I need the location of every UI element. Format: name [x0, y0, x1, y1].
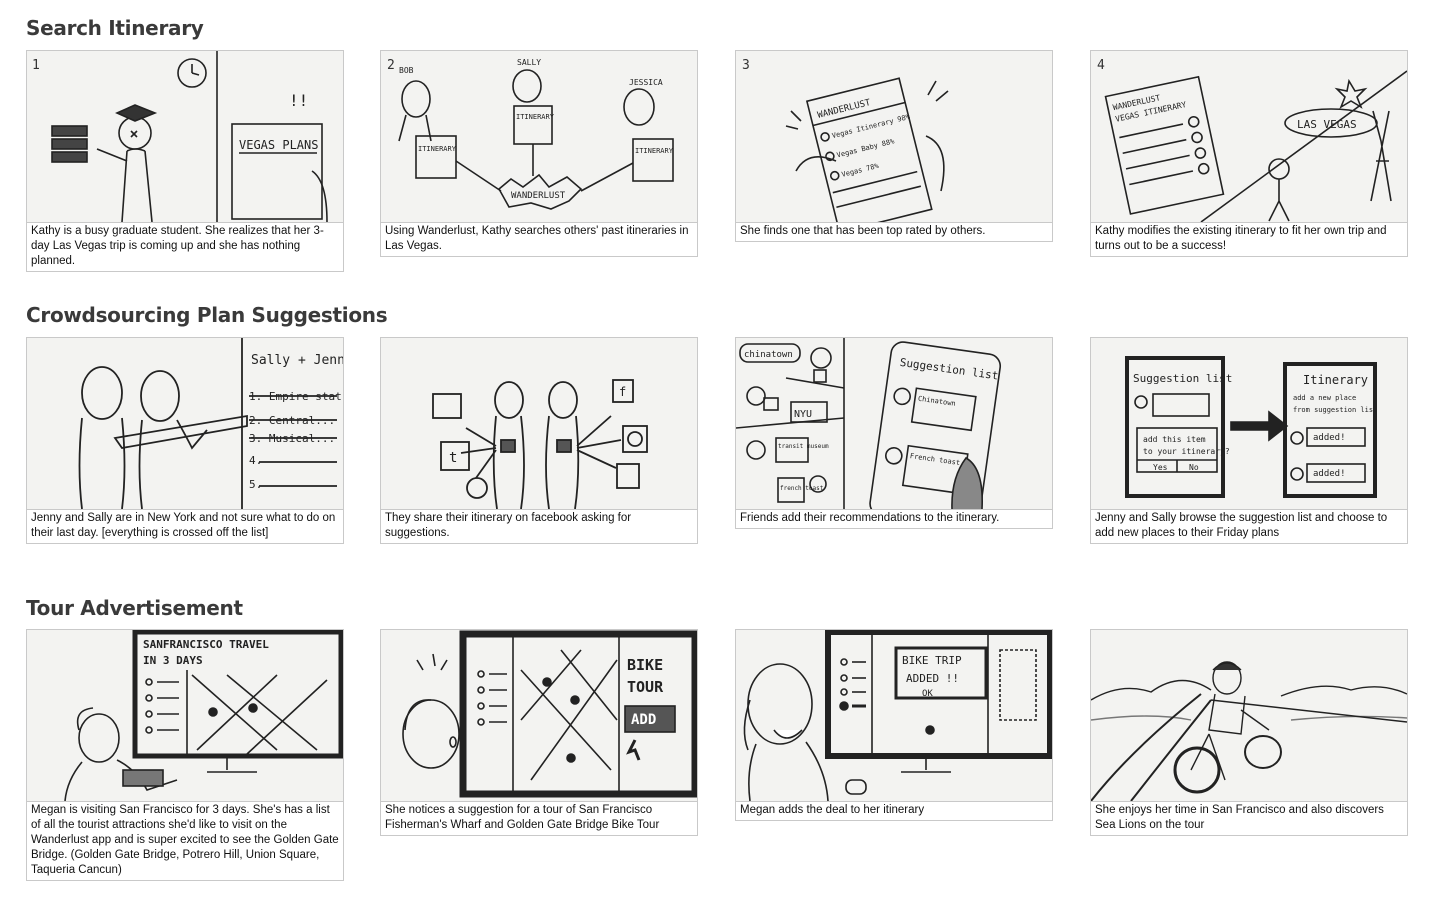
svg-text:SANFRANCISCO TRAVEL: SANFRANCISCO TRAVEL	[143, 638, 269, 651]
storyboard-panel: 2 BOB SALLY JESSICA ITINERARY ITINERARY …	[380, 50, 698, 257]
svg-text:BIKE TRIP: BIKE TRIP	[902, 654, 962, 667]
section-title-crowdsourcing: Crowdsourcing Plan Suggestions	[26, 303, 388, 327]
svg-text:to your itinerary?: to your itinerary?	[1143, 447, 1230, 456]
svg-text:from suggestion list: from suggestion list	[1293, 406, 1377, 414]
svg-text:Vegas 78%: Vegas 78%	[841, 162, 881, 179]
svg-text:NYU: NYU	[794, 409, 812, 420]
svg-text:WANDERLUST: WANDERLUST	[511, 191, 566, 201]
svg-text:!!: !!	[289, 91, 308, 110]
svg-text:add this item: add this item	[1143, 435, 1206, 444]
storyboard-panel: Sally + Jenny 1. Empire stat. 2. Central…	[26, 337, 344, 544]
svg-text:Vegas Itinerary 98%: Vegas Itinerary 98%	[831, 113, 911, 140]
sketch-illustration	[1090, 629, 1408, 802]
sketch-illustration: Suggestion list add this item to your it…	[1090, 337, 1408, 510]
svg-text:f: f	[619, 385, 626, 399]
sketch-illustration: 1 VEGAS PLANS !!	[26, 50, 344, 223]
svg-text:added!: added!	[1313, 469, 1346, 479]
svg-text:ADD: ADD	[631, 712, 656, 728]
svg-text:t: t	[449, 450, 457, 466]
svg-text:Suggestion list: Suggestion list	[1133, 372, 1232, 385]
sketch-illustration: t f	[380, 337, 698, 510]
storyboard-panel: BIKE TOUR ADD She notices a suggestion f…	[380, 629, 698, 836]
panel-caption: She notices a suggestion for a tour of S…	[380, 802, 698, 836]
storyboard-panel: t f They share their itinerary on facebo…	[380, 337, 698, 544]
panel-caption: She enjoys her time in San Francisco and…	[1090, 802, 1408, 836]
svg-text:Sally + Jenny: Sally + Jenny	[251, 353, 343, 368]
storyboard-panel: 3 WANDERLUST Vegas Itinerary 98% Vegas B…	[735, 50, 1053, 242]
panel-caption: Using Wanderlust, Kathy searches others'…	[380, 223, 698, 257]
svg-text:Itinerary: Itinerary	[1303, 373, 1368, 387]
panel-caption: Jenny and Sally browse the suggestion li…	[1090, 510, 1408, 544]
storyboard-panel: Suggestion list add this item to your it…	[1090, 337, 1408, 544]
section-title-tour-advertisement: Tour Advertisement	[26, 596, 243, 620]
svg-text:French toast: French toast	[909, 452, 960, 467]
svg-text:LAS VEGAS: LAS VEGAS	[1297, 118, 1357, 131]
sketch-illustration: 4 WANDERLUST VEGAS ITINERARY LAS VEGAS	[1090, 50, 1408, 223]
sketch-illustration: BIKE TOUR ADD	[380, 629, 698, 802]
svg-text:french toast: french toast	[780, 485, 824, 492]
panel-caption: She finds one that has been top rated by…	[735, 223, 1053, 242]
svg-text:JESSICA: JESSICA	[629, 78, 663, 87]
storyboard-panel: chinatown NYU transit museum french toas…	[735, 337, 1053, 529]
svg-text:BOB: BOB	[399, 66, 414, 75]
svg-text:ITINERARY: ITINERARY	[516, 113, 555, 121]
storyboard-panel: She enjoys her time in San Francisco and…	[1090, 629, 1408, 836]
svg-text:add a new place: add a new place	[1293, 394, 1356, 402]
panel-caption: Friends add their recommendations to the…	[735, 510, 1053, 529]
panel-caption: Megan adds the deal to her itinerary	[735, 802, 1053, 821]
svg-text:Vegas Baby 88%: Vegas Baby 88%	[836, 137, 896, 159]
svg-text:added!: added!	[1313, 433, 1346, 443]
sketch-illustration: SANFRANCISCO TRAVEL IN 3 DAYS	[26, 629, 344, 802]
svg-text:ITINERARY: ITINERARY	[418, 145, 457, 153]
storyboard-panel: SANFRANCISCO TRAVEL IN 3 DAYS Megan is v…	[26, 629, 344, 881]
svg-text:BIKE: BIKE	[627, 656, 663, 674]
panel-caption: Megan is visiting San Francisco for 3 da…	[26, 802, 344, 881]
svg-text:2: 2	[387, 58, 395, 73]
sketch-illustration: Sally + Jenny 1. Empire stat. 2. Central…	[26, 337, 344, 510]
svg-text:4.: 4.	[249, 454, 262, 467]
svg-text:Suggestion list: Suggestion list	[899, 356, 999, 383]
svg-text:VEGAS PLANS: VEGAS PLANS	[239, 138, 318, 152]
storyboard-panel: 1 VEGAS PLANS !! Kathy is a busy graduat…	[26, 50, 344, 272]
panel-caption: They share their itinerary on facebook a…	[380, 510, 698, 544]
svg-text:OK: OK	[922, 689, 933, 699]
svg-text:ITINERARY: ITINERARY	[635, 147, 674, 155]
section-title-search-itinerary: Search Itinerary	[26, 16, 204, 40]
panel-caption: Kathy is a busy graduate student. She re…	[26, 223, 344, 272]
panel-caption: Kathy modifies the existing itinerary to…	[1090, 223, 1408, 257]
svg-text:No: No	[1189, 463, 1199, 472]
svg-text:Chinatown: Chinatown	[917, 395, 956, 408]
sketch-illustration: 3 WANDERLUST Vegas Itinerary 98% Vegas B…	[735, 50, 1053, 223]
svg-text:ADDED !!: ADDED !!	[906, 672, 959, 685]
storyboard-panel: BIKE TRIP ADDED !! OK Megan adds the dea…	[735, 629, 1053, 821]
sketch-illustration: 2 BOB SALLY JESSICA ITINERARY ITINERARY …	[380, 50, 698, 223]
sketch-illustration: BIKE TRIP ADDED !! OK	[735, 629, 1053, 802]
svg-text:5.: 5.	[249, 478, 262, 491]
svg-text:SALLY: SALLY	[517, 58, 541, 67]
svg-text:chinatown: chinatown	[744, 350, 793, 360]
svg-text:IN 3 DAYS: IN 3 DAYS	[143, 654, 203, 667]
panel-number: 1	[32, 58, 40, 73]
svg-text:Yes: Yes	[1153, 463, 1168, 472]
svg-text:transit museum: transit museum	[778, 443, 829, 450]
sketch-illustration: chinatown NYU transit museum french toas…	[735, 337, 1053, 510]
svg-text:3: 3	[742, 58, 750, 73]
panel-caption: Jenny and Sally are in New York and not …	[26, 510, 344, 544]
svg-text:TOUR: TOUR	[627, 678, 664, 696]
svg-text:4: 4	[1097, 58, 1105, 73]
storyboard-panel: 4 WANDERLUST VEGAS ITINERARY LAS VEGAS K…	[1090, 50, 1408, 257]
